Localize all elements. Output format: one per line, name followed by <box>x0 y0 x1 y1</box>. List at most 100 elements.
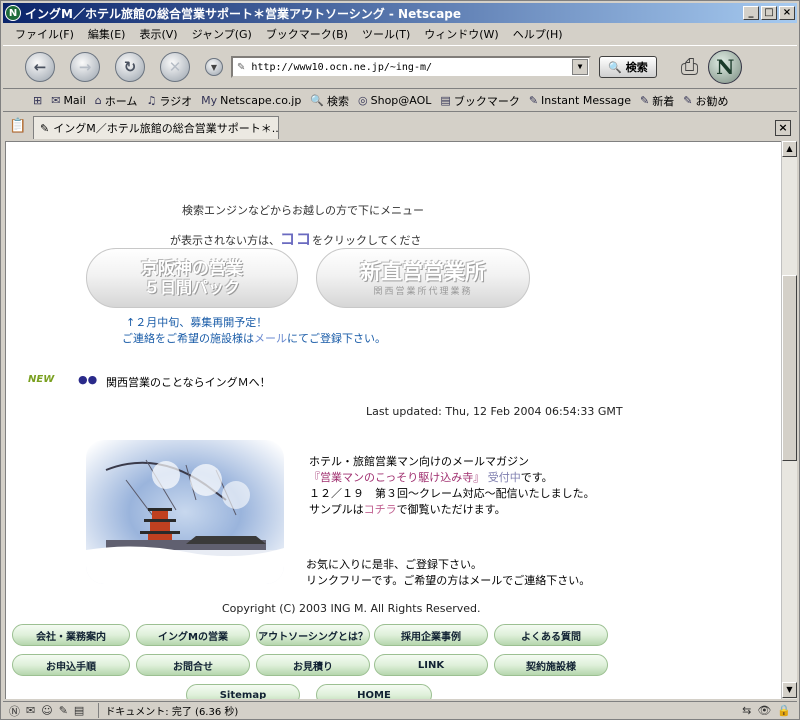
mail-icon[interactable]: ✉ <box>26 704 35 717</box>
scroll-thumb[interactable] <box>782 275 797 461</box>
sidebar-toggle-icon[interactable]: 📋 <box>7 115 29 137</box>
bookmark-item-toolbar-menu[interactable]: ⊞ <box>33 94 42 107</box>
sample-pre: サンプルは <box>309 503 364 516</box>
mail-icon: ✉ <box>51 94 61 107</box>
address-book-icon[interactable]: ▤ <box>74 704 84 717</box>
menu-help[interactable]: ヘルプ(H) <box>513 26 563 42</box>
close-window-button[interactable]: × <box>779 6 795 20</box>
sample-post: で御覧いただけます。 <box>396 503 506 516</box>
tab-current[interactable]: ✎ イングM／ホテル旅館の総合営業サポート＊... <box>33 116 279 139</box>
search-icon: 🔍 <box>608 60 622 74</box>
bookmark-label: お勧め <box>695 94 729 108</box>
contact-note: ご連絡をご希望の施設様はメールにてご登録下さい。 <box>122 330 386 346</box>
status-indicators: ⇆ 👁 🔒 <box>742 704 791 717</box>
menu-go[interactable]: ジャンプ(G) <box>192 26 252 42</box>
bookmark-label: Netscape.co.jp <box>220 94 302 107</box>
magazine-sample-line: サンプルはコチラで御覧いただけます。 <box>309 501 506 517</box>
magazine-title-line: 『営業マンのこっそり駆け込み寺』 受付中です。 <box>309 469 553 485</box>
bookmark-label: ラジオ <box>159 94 193 108</box>
bookmarks-folder-icon: ▤ <box>440 94 451 107</box>
title-bar: N イングM／ホテル旅館の総合営業サポート＊営業アウトソーシング - Netsc… <box>3 3 797 23</box>
scroll-down-icon[interactable]: ▼ <box>782 682 797 698</box>
nav-sales[interactable]: イングMの営業 <box>136 624 250 646</box>
bookmark-item-whats-new[interactable]: ✎ 新着 <box>640 93 674 109</box>
bookmark-item-bookmarks[interactable]: ▤ ブックマーク <box>440 93 519 109</box>
copyright: Copyright (C) 2003 ING M. All Rights Res… <box>222 602 481 615</box>
privacy-icon: 👁 <box>757 704 772 717</box>
tab-title: イングM／ホテル旅館の総合営業サポート＊... <box>53 122 279 135</box>
bookmark-item-radio[interactable]: ♫ ラジオ <box>146 93 192 109</box>
bookmark-item-search[interactable]: 🔍 検索 <box>310 93 349 109</box>
maximize-button[interactable]: □ <box>761 6 777 20</box>
mail-link[interactable]: メール <box>254 332 287 345</box>
nav-contact[interactable]: お問合せ <box>136 654 250 676</box>
nav-contract-facilities[interactable]: 契約施設様 <box>494 654 608 676</box>
bullet-icon: ●● <box>78 373 98 386</box>
scroll-up-icon[interactable]: ▲ <box>782 141 797 157</box>
minimize-button[interactable]: _ <box>743 6 759 20</box>
navigator-icon[interactable]: Ⓝ <box>9 703 20 719</box>
search-button[interactable]: 🔍 検索 <box>599 56 657 78</box>
url-input[interactable]: http://www10.ocn.ne.jp/~ing-m/ <box>251 62 572 73</box>
netscape-logo-icon[interactable]: N <box>708 50 743 84</box>
composer-icon[interactable]: ✎ <box>59 704 68 717</box>
nav-outsourcing[interactable]: アウトソーシングとは？ <box>256 624 370 646</box>
bookmark-label: Instant Message <box>541 94 632 107</box>
bookmark-item-netscape[interactable]: My Netscape.co.jp <box>201 94 301 107</box>
reload-button[interactable]: ↻ <box>115 52 145 82</box>
sample-link[interactable]: コチラ <box>364 503 397 516</box>
instant-message-icon[interactable]: ☺ <box>41 704 52 717</box>
status-bar: Ⓝ ✉ ☺ ✎ ▤ ドキュメント: 完了 (6.36 秒) ⇆ 👁 🔒 <box>3 701 797 719</box>
new-badge: NEW <box>28 374 55 385</box>
menu-edit[interactable]: 編集(E) <box>88 26 126 42</box>
bookmark-label: 検索 <box>327 94 350 108</box>
bookmark-item-shop-aol[interactable]: ◎ Shop@AOL <box>358 94 431 107</box>
url-dropdown-icon[interactable]: ▼ <box>572 59 588 75</box>
menu-tools[interactable]: ツール(T) <box>362 26 410 42</box>
nav-sitemap[interactable]: Sitemap <box>186 684 300 699</box>
menu-view[interactable]: 表示(V) <box>139 26 177 42</box>
status-text: ドキュメント: 完了 (6.36 秒) <box>98 703 238 718</box>
magazine-title-link[interactable]: 『営業マンのこっそり駆け込み寺』 <box>309 471 484 484</box>
stop-button[interactable]: ✕ <box>160 52 190 82</box>
nav-faq[interactable]: よくある質問 <box>494 624 608 646</box>
back-button[interactable]: ← <box>25 52 55 82</box>
forward-button[interactable]: → <box>70 52 100 82</box>
nav-home[interactable]: HOME <box>316 684 432 699</box>
menu-file[interactable]: ファイル(F) <box>15 26 74 42</box>
menu-bookmarks[interactable]: ブックマーク(B) <box>266 26 348 42</box>
bookmark-item-instant-message[interactable]: ✎ Instant Message <box>529 94 631 107</box>
radio-icon: ♫ <box>146 94 157 107</box>
vertical-scrollbar[interactable]: ▲ ▼ <box>781 141 797 699</box>
bookmark-link-icon: ✎ <box>640 94 650 107</box>
bookmark-label: ブックマーク <box>453 94 520 108</box>
keihanshin-package-button[interactable]: 京阪神の営業 ５日間パック <box>86 248 298 308</box>
print-icon[interactable]: ⎙ <box>681 55 699 80</box>
koko-link[interactable]: ココ <box>280 230 312 248</box>
bookmark-item-mail[interactable]: ✉ Mail <box>51 94 86 107</box>
history-dropdown-icon[interactable]: ▼ <box>205 58 223 76</box>
bookmark-item-home[interactable]: ⌂ ホーム <box>95 93 138 109</box>
bookmark-link-icon: ✎ <box>683 94 693 107</box>
keihanshin-button-line1: 京阪神の営業 <box>141 259 243 279</box>
window-controls: _ □ × <box>743 6 795 20</box>
page-content: 検索エンジンなどからお越しの方で下にメニュー が表示されない方は、ココをクリック… <box>5 141 781 699</box>
bookmark-item-recommended[interactable]: ✎ お勧め <box>683 93 728 109</box>
news-text: 関西営業のことならイングＭへ！ <box>106 376 271 389</box>
nav-case-studies[interactable]: 採用企業事例 <box>374 624 488 646</box>
nav-company-info[interactable]: 会社・業務案内 <box>12 624 130 646</box>
keihanshin-button-line2: ５日間パック <box>143 278 240 297</box>
close-tab-button[interactable]: × <box>775 120 791 136</box>
intro-text-pre: が表示されない方は、 <box>170 234 280 247</box>
nav-link[interactable]: LINK <box>374 654 488 676</box>
direct-office-button-line1: 新直営営業所 <box>360 259 486 284</box>
nav-application[interactable]: お申込手順 <box>12 654 130 676</box>
nav-estimate[interactable]: お見積り <box>256 654 370 676</box>
window-title: イングM／ホテル旅館の総合営業サポート＊営業アウトソーシング - Netscap… <box>25 6 462 21</box>
menu-window[interactable]: ウィンドウ(W) <box>424 26 498 42</box>
browser-window: N イングM／ホテル旅館の総合営業サポート＊営業アウトソーシング - Netsc… <box>0 0 800 720</box>
my-netscape-icon: My <box>201 94 218 107</box>
new-direct-office-button[interactable]: 新直営営業所 関西営業所代理業務 <box>316 248 530 308</box>
url-bar[interactable]: ✎ http://www10.ocn.ne.jp/~ing-m/ ▼ <box>231 56 591 78</box>
intro-text-post: をクリックしてくださ <box>312 234 422 247</box>
